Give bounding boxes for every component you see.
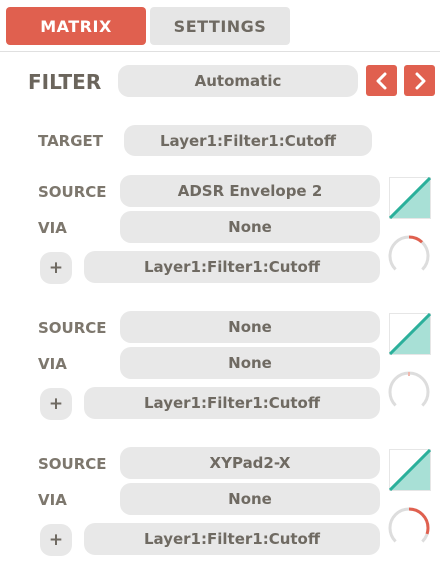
via-label: VIA <box>38 491 67 509</box>
destination-select[interactable]: Layer1:Filter1:Cutoff <box>84 387 380 419</box>
prev-filter-button[interactable] <box>366 65 397 96</box>
filter-label: FILTER <box>28 70 102 94</box>
chevron-left-icon <box>376 72 386 89</box>
source-select[interactable]: ADSR Envelope 2 <box>120 175 380 207</box>
add-destination-button[interactable]: + <box>40 388 72 420</box>
tab-settings[interactable]: SETTINGS <box>150 7 290 45</box>
add-destination-button[interactable]: + <box>40 252 72 284</box>
destination-select[interactable]: Layer1:Filter1:Cutoff <box>84 251 380 283</box>
linear-curve-icon[interactable] <box>389 449 431 491</box>
linear-curve-icon[interactable] <box>389 313 431 355</box>
next-filter-button[interactable] <box>404 65 435 96</box>
via-label: VIA <box>38 219 67 237</box>
target-label: TARGET <box>38 132 104 150</box>
add-destination-button[interactable]: + <box>40 524 72 556</box>
amount-knob-icon[interactable] <box>386 233 432 279</box>
filter-mode-select[interactable]: Automatic <box>118 65 358 97</box>
tab-matrix[interactable]: MATRIX <box>6 7 146 45</box>
linear-curve-icon[interactable] <box>389 177 431 219</box>
source-select[interactable]: None <box>120 311 380 343</box>
source-label: SOURCE <box>38 183 107 201</box>
amount-knob-icon[interactable] <box>386 505 432 551</box>
via-select[interactable]: None <box>120 211 380 243</box>
chevron-right-icon <box>415 72 425 89</box>
source-label: SOURCE <box>38 455 107 473</box>
via-label: VIA <box>38 355 67 373</box>
tab-divider <box>0 51 440 52</box>
via-select[interactable]: None <box>120 483 380 515</box>
via-select[interactable]: None <box>120 347 380 379</box>
target-select[interactable]: Layer1:Filter1:Cutoff <box>124 125 372 156</box>
destination-select[interactable]: Layer1:Filter1:Cutoff <box>84 523 380 555</box>
source-label: SOURCE <box>38 319 107 337</box>
source-select[interactable]: XYPad2-X <box>120 447 380 479</box>
amount-knob-icon[interactable] <box>386 369 432 415</box>
